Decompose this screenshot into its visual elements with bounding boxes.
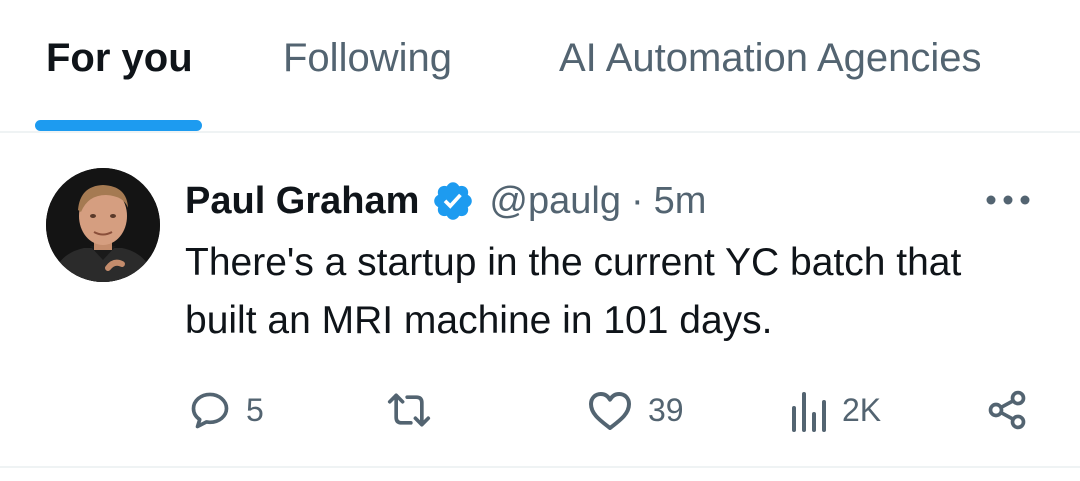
timeline-tabs: For you Following AI Automation Agencies (0, 0, 1080, 133)
like-button[interactable]: 39 (586, 385, 684, 435)
verified-badge-icon[interactable] (431, 179, 475, 223)
views-count: 2K (842, 391, 882, 428)
active-tab-indicator (35, 120, 202, 131)
share-icon (988, 390, 1026, 430)
avatar-image (46, 168, 160, 282)
like-count: 39 (648, 391, 684, 428)
post-header: Paul Graham @paulg · 5m (185, 173, 706, 229)
reply-icon (191, 392, 229, 429)
views-icon (792, 392, 826, 432)
post-text: There's a startup in the current YC batc… (185, 241, 962, 342)
like-icon (589, 392, 631, 430)
tab-ai-automation-agencies[interactable]: AI Automation Agencies (559, 30, 982, 86)
post-actions: 5 39 2K (0, 385, 1080, 435)
post-time[interactable]: 5m (654, 180, 707, 223)
avatar[interactable] (46, 168, 160, 282)
views-button[interactable]: 2K (788, 385, 881, 435)
meta-separator: · (630, 179, 644, 222)
author-handle[interactable]: @paulg (489, 180, 621, 223)
repost-icon (387, 393, 431, 427)
post[interactable]: Paul Graham @paulg · 5m There's a startu… (0, 133, 1080, 468)
reply-count: 5 (246, 391, 264, 428)
tab-for-you[interactable]: For you (46, 30, 193, 86)
author-name[interactable]: Paul Graham (185, 180, 419, 223)
more-icon[interactable] (985, 188, 1031, 212)
repost-button[interactable] (384, 385, 448, 435)
share-button[interactable] (985, 385, 1029, 435)
post-divider (0, 466, 1080, 468)
reply-button[interactable]: 5 (188, 385, 264, 435)
tab-following[interactable]: Following (283, 30, 452, 86)
